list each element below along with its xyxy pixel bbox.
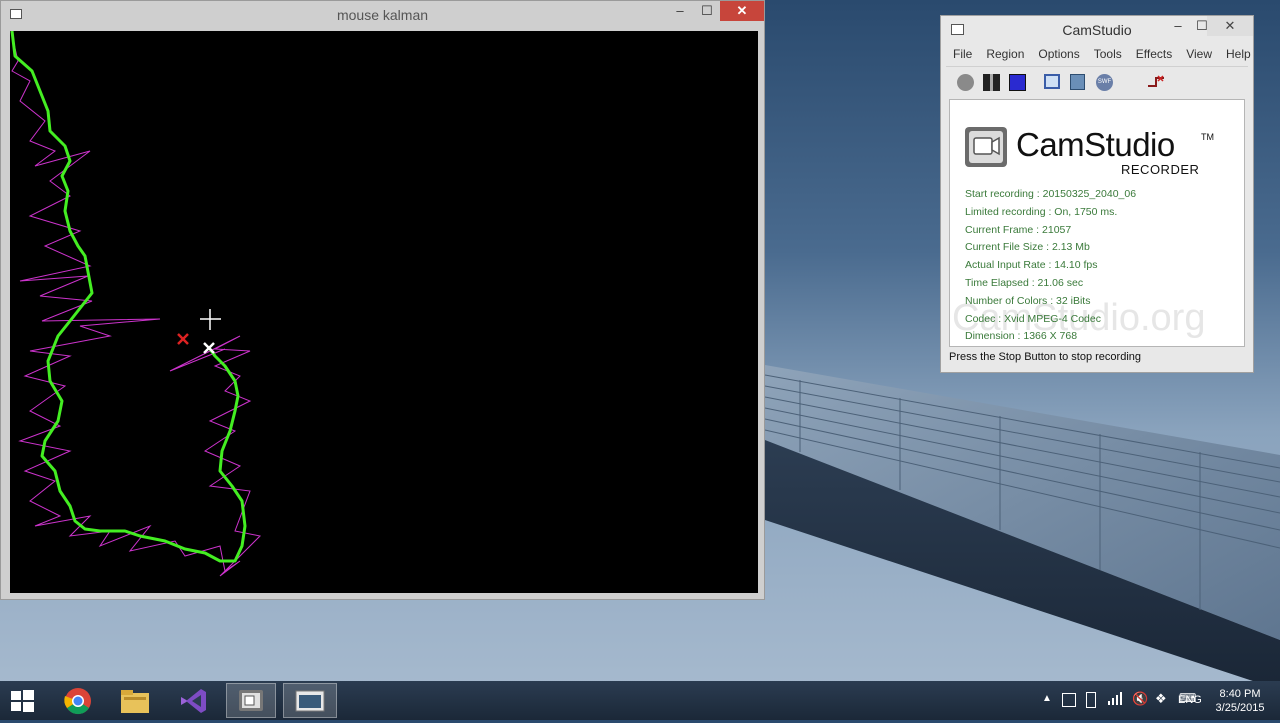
current-position-marker xyxy=(200,309,221,330)
mouse-kalman-window[interactable]: mouse kalman – ☐ ✕ xyxy=(0,0,765,600)
volume-icon[interactable]: 🔇 xyxy=(1132,691,1148,707)
menu-region[interactable]: Region xyxy=(979,44,1031,64)
info-codec: Codec : Xvid MPEG-4 Codec xyxy=(965,312,1101,325)
info-time-elapsed: Time Elapsed : 21.06 sec xyxy=(965,276,1084,289)
swf-icon[interactable]: SWF xyxy=(1096,74,1113,91)
camstudio-logo-icon xyxy=(965,127,1007,167)
info-limited-recording: Limited recording : On, 1750 ms. xyxy=(965,205,1118,218)
chrome-icon[interactable] xyxy=(53,683,103,718)
menu-options[interactable]: Options xyxy=(1031,44,1086,64)
red-x-marker xyxy=(177,333,189,345)
kalman-path xyxy=(10,30,247,563)
dropbox-icon[interactable]: ❖ xyxy=(1155,691,1167,707)
menu-file[interactable]: File xyxy=(946,44,979,64)
action-center-icon[interactable] xyxy=(1062,693,1076,707)
kalman-app-icon[interactable] xyxy=(283,683,337,718)
menu-help[interactable]: Help xyxy=(1219,44,1258,64)
menu-effects[interactable]: Effects xyxy=(1129,44,1179,64)
info-file-size: Current File Size : 2.13 Mb xyxy=(965,241,1090,254)
pause-icon[interactable] xyxy=(983,74,1000,91)
cam-minimize-button[interactable]: – xyxy=(1166,16,1190,36)
clock-date: 3/25/2015 xyxy=(1215,702,1265,714)
kalman-window-title: mouse kalman xyxy=(336,7,429,23)
autopan-icon[interactable] xyxy=(1146,74,1166,91)
cam-close-button[interactable]: ✕ xyxy=(1207,16,1253,36)
close-button[interactable]: ✕ xyxy=(720,1,764,21)
brand-name: CamStudio xyxy=(1016,126,1175,163)
visual-studio-icon[interactable] xyxy=(168,683,218,718)
language-indicator[interactable]: ENG xyxy=(1178,694,1202,706)
menu-view[interactable]: View xyxy=(1179,44,1219,64)
info-dimension: Dimension : 1366 X 768 xyxy=(965,330,1078,343)
network-icon[interactable] xyxy=(1108,691,1122,708)
kalman-titlebar[interactable]: mouse kalman – ☐ ✕ xyxy=(1,1,764,30)
file-explorer-icon[interactable] xyxy=(110,683,160,718)
kalman-drawing-canvas[interactable] xyxy=(10,30,758,593)
camstudio-statusbar: Press the Stop Button to stop recording xyxy=(949,351,1142,363)
camstudio-menubar: File Region Options Tools Effects View H… xyxy=(946,44,1251,64)
tray-overflow-icon[interactable]: ▲ xyxy=(1042,693,1052,704)
maximize-button[interactable]: ☐ xyxy=(694,1,720,21)
taskbar: ▲ 🔇 ❖ ⌨ ENG 8:40 PM 3/25/2015 xyxy=(0,681,1280,720)
camstudio-info-panel: CamStudio.org CamStudio TM RECORDER Star… xyxy=(949,99,1245,347)
region-icon[interactable] xyxy=(1044,74,1060,89)
brand-subtitle: RECORDER xyxy=(1121,162,1200,177)
kalman-trajectory-plot xyxy=(10,30,262,577)
info-number-colors: Number of Colors : 32 iBits xyxy=(965,294,1091,307)
brand-trademark: TM xyxy=(1201,132,1214,142)
camstudio-window[interactable]: CamStudio – ☐ ✕ File Region Options Tool… xyxy=(940,15,1254,373)
battery-icon[interactable] xyxy=(1086,692,1096,708)
minimize-button[interactable]: – xyxy=(666,1,694,21)
info-start-recording: Start recording : 20150325_2040_06 xyxy=(965,188,1137,200)
options-icon[interactable] xyxy=(1070,74,1085,90)
camstudio-toolbar: SWF xyxy=(946,66,1248,99)
info-input-rate: Actual Input Rate : 14.10 fps xyxy=(965,259,1098,272)
taskbar-clock[interactable]: 8:40 PM 3/25/2015 xyxy=(1207,687,1273,715)
menu-tools[interactable]: Tools xyxy=(1087,44,1129,64)
camstudio-taskbar-icon[interactable] xyxy=(226,683,276,718)
windows-start-icon[interactable] xyxy=(0,683,45,718)
info-current-frame: Current Frame : 21057 xyxy=(965,223,1072,236)
record-icon[interactable] xyxy=(957,74,974,91)
stop-icon[interactable] xyxy=(1009,74,1026,91)
recording-info-list: Start recording : 20150325_2040_06 Limit… xyxy=(965,186,1136,346)
clock-time: 8:40 PM xyxy=(1219,688,1261,700)
